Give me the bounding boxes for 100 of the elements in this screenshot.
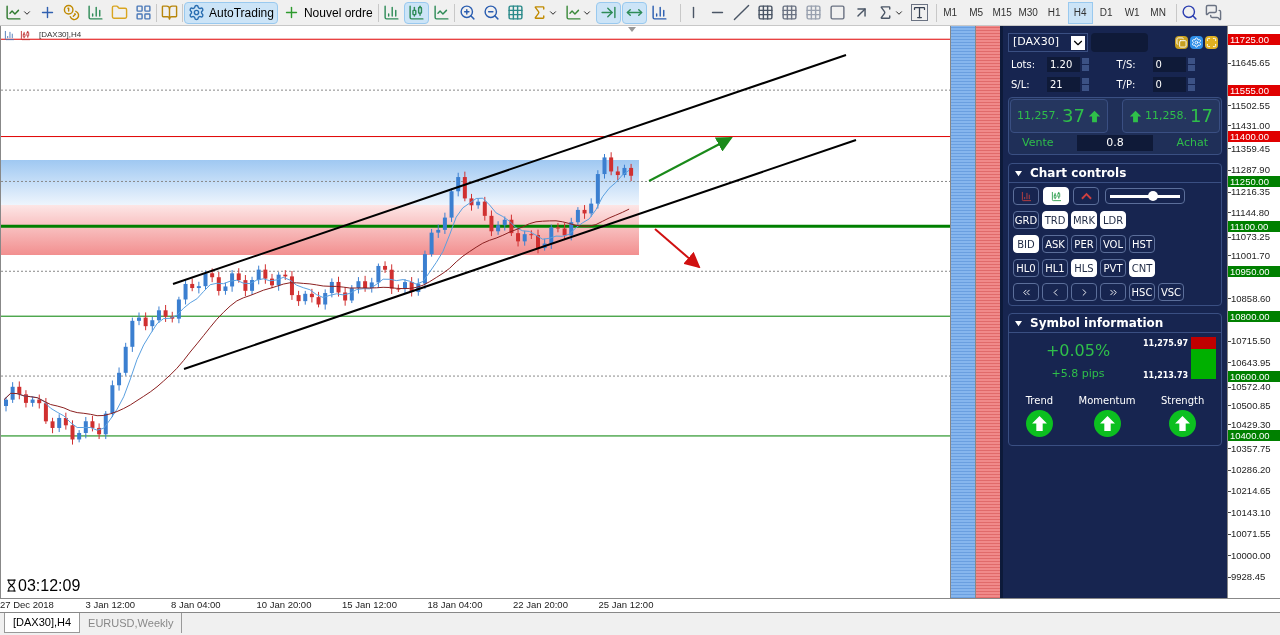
toggle-button[interactable]: HLS (1071, 259, 1097, 277)
input-field[interactable]: 0 (1152, 57, 1186, 72)
timeframe-button[interactable]: D1 (1093, 1, 1119, 24)
toolbar-button[interactable]: Nouvel ordre (278, 1, 377, 24)
candle (316, 291, 321, 308)
candle (396, 284, 401, 293)
spinner-control[interactable] (1187, 78, 1195, 91)
time-label: 22 Jan 20:00 (513, 598, 569, 613)
timeframe-button[interactable]: M30 (1015, 1, 1041, 24)
slider-thumb[interactable] (1148, 190, 1159, 201)
toggle-button[interactable]: VSC (1158, 283, 1184, 301)
toggle-button[interactable]: PVT (1100, 259, 1126, 277)
candle (536, 229, 540, 254)
range-bar (1191, 337, 1217, 379)
candle (243, 274, 248, 297)
countdown-timer: 03:12:09 (18, 577, 81, 594)
timeframe-button[interactable]: MN (1145, 1, 1171, 24)
candle (203, 270, 208, 290)
maximize-icon[interactable] (1205, 36, 1218, 49)
time-label: 10 Jan 20:00 (256, 598, 313, 613)
price-label: 10071.55 (1231, 529, 1271, 540)
candle (629, 163, 634, 182)
candle (429, 228, 434, 258)
timeframe-button[interactable]: M1 (937, 1, 963, 24)
settings-icon[interactable] (1190, 36, 1203, 49)
candle (30, 396, 35, 408)
toggle-button[interactable]: BID (1013, 235, 1039, 253)
spinner-control[interactable] (1082, 78, 1089, 91)
timeframe-button[interactable]: M15 (989, 1, 1015, 24)
high-price: 11,275.97 (1143, 338, 1189, 350)
price-label: 11431.00 (1231, 120, 1270, 131)
field-label: T/P: (1116, 78, 1137, 92)
toggle-button[interactable]: HL1 (1042, 259, 1068, 277)
price-label: 11287.90 (1231, 165, 1270, 176)
toggle-button[interactable]: VOL (1100, 235, 1126, 253)
time-label: 3 Jan 12:00 (85, 598, 137, 613)
change-percent: +0.05% (1045, 340, 1111, 362)
previous-icon[interactable] (1042, 283, 1068, 301)
next-icon[interactable] (1071, 283, 1097, 301)
symbol-select[interactable]: [DAX30] (1008, 33, 1088, 52)
input-field[interactable]: 21 (1047, 77, 1080, 92)
candle (270, 273, 274, 289)
timeframe-button[interactable]: H1 (1041, 1, 1067, 24)
price-label: 11144.80 (1231, 207, 1270, 218)
price-level-tag: 11400.00 (1228, 131, 1280, 143)
candle (296, 290, 301, 307)
input-field[interactable]: 0 (1152, 77, 1186, 92)
candle (529, 229, 534, 240)
timeframe-button[interactable]: H4 (1067, 1, 1093, 24)
candle (622, 164, 627, 179)
collapse-caret-icon[interactable] (1015, 169, 1022, 177)
price-label: 10500.85 (1231, 400, 1271, 411)
toggle-button[interactable]: ASK (1042, 235, 1068, 253)
last-icon[interactable] (1100, 283, 1126, 301)
price-label: 11359.45 (1231, 143, 1270, 154)
toggle-button[interactable]: GRD (1013, 211, 1039, 229)
price-label: 10143.10 (1231, 507, 1271, 518)
toggle-button[interactable]: CNT (1129, 259, 1155, 277)
field-label: S/L: (1011, 78, 1031, 92)
toggle-button[interactable]: HST (1129, 235, 1155, 253)
spread-value: 0.8 (1077, 134, 1154, 152)
price-label: 11502.55 (1231, 100, 1270, 111)
candle (10, 381, 15, 404)
toggle-button[interactable]: MRK (1071, 211, 1097, 229)
spinner-control[interactable] (1187, 58, 1195, 71)
candle (602, 153, 607, 180)
candle (449, 187, 454, 223)
low-price: 11,213.73 (1143, 369, 1189, 382)
toggle-button[interactable]: PER (1071, 235, 1097, 253)
price-big: 37 (1062, 107, 1085, 125)
input-field[interactable] (1091, 33, 1148, 52)
chart-tab[interactable]: [DAX30],H4 (4, 613, 81, 633)
chart-shift-icon[interactable] (621, 1, 647, 24)
candle (70, 419, 75, 446)
copy-icon[interactable] (1175, 36, 1188, 49)
candlestick-icon[interactable] (403, 1, 429, 24)
candle (469, 193, 474, 212)
first-icon[interactable] (1013, 283, 1039, 301)
collapse-caret-icon[interactable] (1015, 319, 1022, 327)
indicator-label: Trend (1025, 393, 1054, 408)
price-label: 10715.50 (1231, 336, 1271, 347)
time-label: 15 Jan 12:00 (342, 598, 398, 613)
spinner-control[interactable] (1082, 58, 1089, 71)
buy-label[interactable]: Achat (1176, 134, 1208, 152)
candle (163, 304, 168, 323)
toggle-button[interactable]: HL0 (1013, 259, 1039, 277)
chart-title: [DAX30],H4 (39, 29, 82, 41)
sell-label[interactable]: Vente (1022, 134, 1054, 152)
timeframe-button[interactable]: M5 (963, 1, 989, 24)
price-level-tag: 10950.00 (1228, 265, 1280, 277)
toggle-button[interactable]: TRD (1042, 211, 1068, 229)
zoom-slider[interactable] (1105, 188, 1185, 204)
price-level-tag: 10800.00 (1228, 310, 1280, 322)
chart-icon (3, 29, 16, 41)
toggle-button[interactable]: HSC (1129, 283, 1155, 301)
autoscroll-icon[interactable] (595, 1, 621, 24)
toggle-button[interactable]: LDR (1100, 211, 1126, 229)
toolbar-button[interactable]: AutoTrading (184, 1, 278, 24)
input-field[interactable]: 1.20 (1047, 57, 1080, 72)
timeframe-button[interactable]: W1 (1119, 1, 1145, 24)
